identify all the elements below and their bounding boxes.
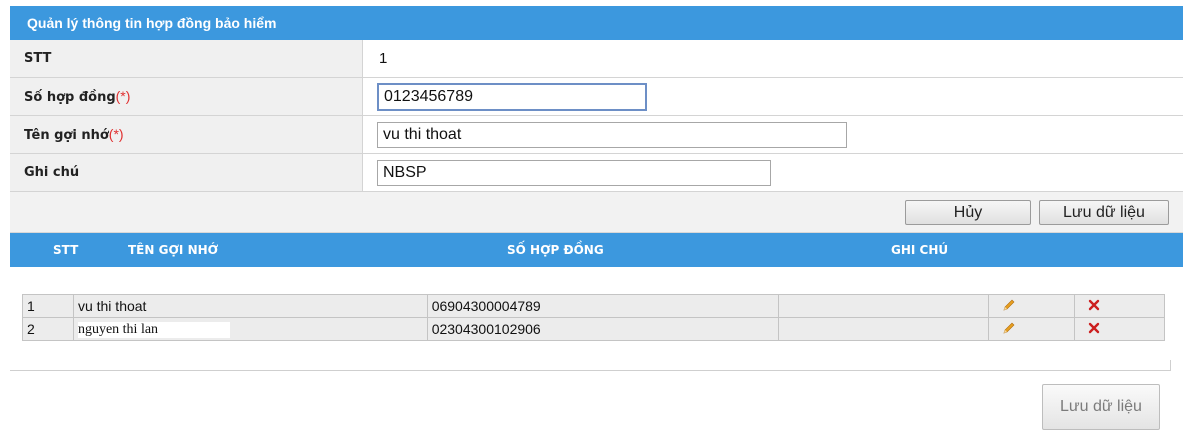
contract-panel: Quản lý thông tin hợp đồng bảo hiểm STT … [10,6,1183,267]
note-input[interactable] [377,160,771,186]
contract-no-input[interactable] [377,83,647,111]
table-row: 1 vu thi thoat 06904300004789 [22,294,1165,318]
col-header-stt: STT [53,243,79,257]
delete-x-icon[interactable] [1087,321,1101,338]
table-row: 2 nguyen thi lan 02304300102906 [22,317,1165,341]
contract-no-label: Số hợp đồng(*) [10,78,363,115]
nickname-input[interactable] [377,122,847,148]
cell-contract-no: 06904300004789 [426,294,780,318]
footer-save-button[interactable]: Lưu dữ liệu [1042,384,1160,430]
nickname-label: Tên gợi nhớ(*) [10,116,363,153]
required-mark: (*) [108,126,124,142]
col-header-nickname: TÊN GỢI NHỚ [128,243,219,257]
col-header-note: GHI CHÚ [891,243,949,257]
table-bottom-divider [10,370,1171,371]
note-label: Ghi chú [10,154,363,191]
scroll-corner-mark [1170,360,1171,371]
stt-label: STT [10,40,363,77]
contract-table: 1 vu thi thoat 06904300004789 2 nguyen t… [22,294,1165,341]
form-row-contract-no: Số hợp đồng(*) [10,78,1183,116]
table-header: STT TÊN GỢI NHỚ SỐ HỢP ĐỒNG GHI CHÚ [10,233,1183,267]
delete-x-icon[interactable] [1087,298,1101,315]
panel-title: Quản lý thông tin hợp đồng bảo hiểm [10,6,1183,40]
pencil-icon[interactable] [1001,297,1017,316]
col-header-contract-no: SỐ HỢP ĐỒNG [507,243,604,257]
cell-contract-no: 02304300102906 [426,317,780,341]
form-row-note: Ghi chú [10,154,1183,192]
form-button-bar: Hủy Lưu dữ liệu [10,192,1183,233]
cell-nickname: nguyen thi lan [77,322,230,338]
required-mark: (*) [115,88,131,104]
cell-stt: 2 [22,317,74,341]
cell-nickname: vu thi thoat [72,294,428,318]
cell-note [778,294,990,318]
pencil-icon[interactable] [1001,320,1017,339]
stt-value: 1 [379,50,388,67]
cell-stt: 1 [22,294,74,318]
cell-note [778,317,990,341]
save-button[interactable]: Lưu dữ liệu [1039,200,1169,225]
form-row-nickname: Tên gợi nhớ(*) [10,116,1183,154]
form-row-stt: STT 1 [10,40,1183,78]
cancel-button[interactable]: Hủy [905,200,1031,225]
